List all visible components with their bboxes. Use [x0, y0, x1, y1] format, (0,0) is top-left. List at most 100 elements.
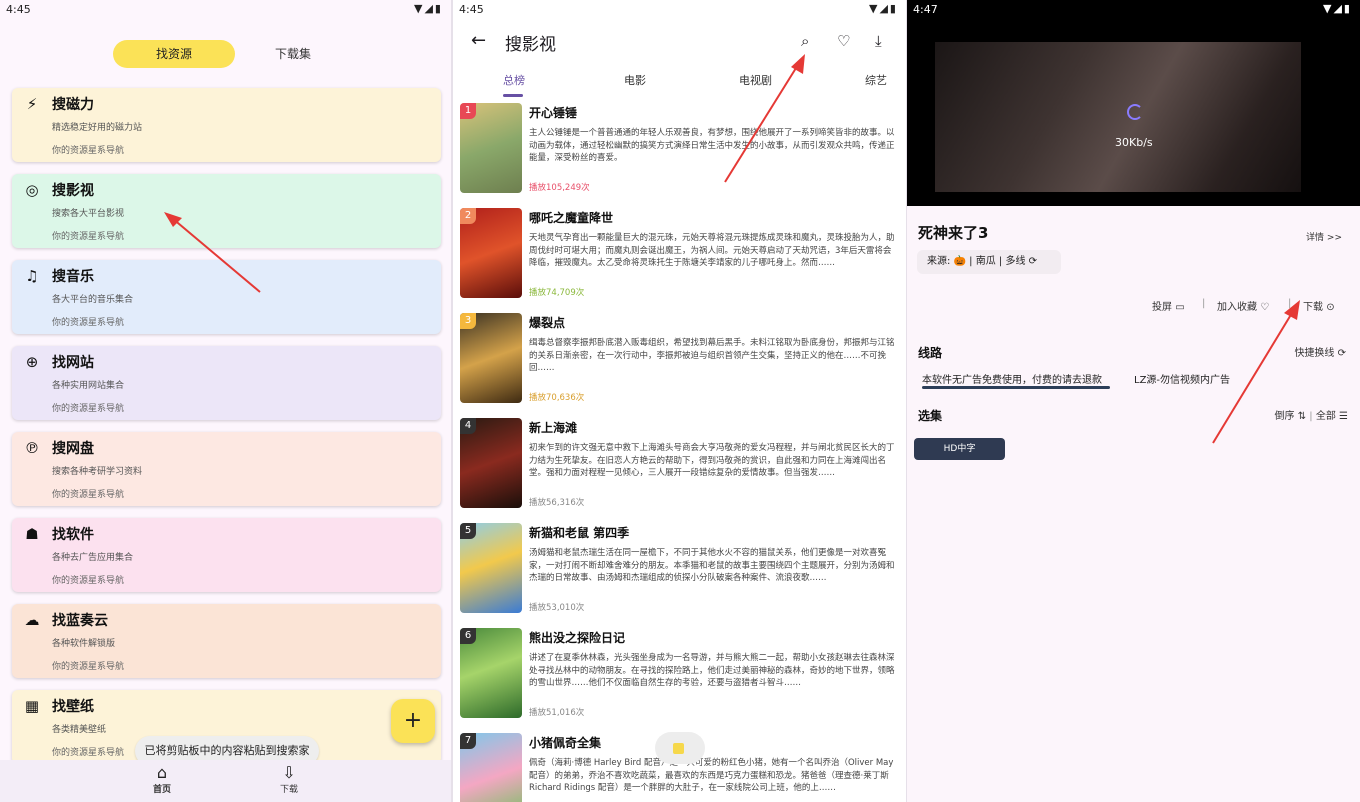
category-card[interactable]: ☁ 找蓝奏云各种软件解锁版 你的资源星系导航: [12, 604, 441, 678]
card-subtitle: 你的资源星系导航: [52, 748, 125, 758]
category-card[interactable]: ♫ 搜音乐 各大平台的音乐集合 你的资源星系导航: [12, 260, 441, 334]
card-description: 各类精美壁纸: [52, 725, 107, 735]
rank-badge: 3: [460, 313, 476, 329]
separator: |: [1202, 298, 1206, 309]
download-icon: ⊙: [1326, 302, 1335, 313]
category-card[interactable]: ⚡ 搜磁力 精选稳定好用的磁力站 你的资源星系导航: [12, 88, 441, 162]
tab-movie[interactable]: 电影: [624, 72, 646, 88]
episode-controls: 倒序 ⇅ | 全部 ☰: [1275, 407, 1348, 422]
movie-description: 缉毒总督察李振邦卧底潜入贩毒组织，希望找到幕后黑手。未料江铭取为卧底身份，邦振邦…: [529, 338, 895, 373]
poster-image: 4: [460, 418, 522, 508]
all-episodes-button[interactable]: 全部 ☰: [1316, 411, 1348, 422]
episodes-heading: 选集: [918, 409, 943, 423]
add-fab-button[interactable]: +: [391, 699, 435, 743]
sort-button[interactable]: 倒序 ⇅: [1275, 411, 1307, 422]
video-player[interactable]: 30Kb/s: [907, 0, 1360, 206]
pill-icon: [673, 743, 684, 754]
category-card[interactable]: ⊕ 找网站 各种实用网站集合 你的资源星系导航: [12, 346, 441, 420]
page-title: 搜影视: [505, 35, 556, 55]
home-screen: 4:45 ▼◢▮ 找资源 下载集 ⚡ 搜磁力 精选稳定好用的磁力站 你的资源星系导航 ◎…: [0, 0, 451, 802]
status-icons: ▼◢▮: [869, 2, 898, 15]
top-tabs: 找资源 下载集: [113, 40, 329, 68]
tab-download-collection[interactable]: 下载集: [253, 40, 333, 68]
poster-image: 3: [460, 313, 522, 403]
movie-description: 讲述了在夏季休林森，光头强坐身成为一名导游，并与熊大熊二一起，帮助小女孩赵琳去往…: [529, 653, 895, 688]
nav-home[interactable]: ⌂ 首页: [132, 764, 192, 796]
floating-pill[interactable]: [655, 732, 705, 764]
card-subtitle: 你的资源星系导航: [52, 318, 125, 328]
rank-badge: 1: [460, 103, 476, 119]
tab-tv[interactable]: 电视剧: [739, 72, 772, 88]
bottom-navigation: ⌂ 首页 ⇩ 下载: [0, 760, 451, 802]
movie-item[interactable]: 1 开心锤锤 主人公锤锤是一个普普通通的年轻人乐观善良，有梦想，围绕他展开了一系列啼…: [453, 103, 906, 203]
movie-title: 小猪佩奇全集: [529, 736, 602, 750]
back-arrow-icon[interactable]: ←: [471, 30, 486, 51]
card-subtitle: 你的资源星系导航: [52, 232, 125, 242]
card-description: 搜索各种考研学习资料: [52, 467, 143, 477]
movie-description: 主人公锤锤是一个普普通通的年轻人乐观善良，有梦想，围绕他展开了一系列啼笑皆非的故…: [529, 128, 895, 163]
video-detail-screen: 30Kb/s 4:47 ▼◢▮ 死神来了3 详情 >> 来源: 🎃 | 南瓜 |…: [907, 0, 1360, 802]
play-count: 播放51,016次: [529, 708, 585, 718]
android-icon: ☗: [25, 525, 39, 543]
poster-image: 6: [460, 628, 522, 718]
movie-item[interactable]: 3 爆裂点 缉毒总督察李振邦卧底潜入贩毒组织，希望找到幕后黑手。未料江铭取为卧底身份…: [453, 313, 906, 413]
status-bar: 4:45 ▼◢▮: [0, 0, 451, 20]
play-count: 播放56,316次: [529, 498, 585, 508]
play-count: 播放74,709次: [529, 288, 585, 298]
card-description: 各种实用网站集合: [52, 381, 125, 391]
tab-indicator: [503, 94, 523, 97]
source-chip[interactable]: 来源: 🎃 | 南瓜 | 多线 ⟳: [917, 250, 1061, 274]
download-icon[interactable]: ⤓: [875, 32, 882, 50]
rank-badge: 6: [460, 628, 476, 644]
play-count: 播放53,010次: [529, 603, 585, 613]
card-description: 搜索各大平台影视: [52, 209, 125, 219]
nav-home-label: 首页: [152, 785, 171, 795]
cast-icon: ▭: [1175, 302, 1185, 313]
card-title: 找网站: [52, 355, 94, 371]
poster-image: 2: [460, 208, 522, 298]
card-description: 各种软件解锁版: [52, 639, 116, 649]
add-favorite-button[interactable]: 加入收藏 ♡: [1217, 298, 1269, 313]
tab-find-resources[interactable]: 找资源: [113, 40, 235, 68]
card-title: 搜网盘: [52, 441, 94, 457]
download-label: 下载: [1303, 302, 1323, 313]
rank-badge: 7: [460, 733, 476, 749]
search-icon[interactable]: ⌕: [801, 32, 809, 50]
episode-button[interactable]: HD中字: [914, 438, 1005, 460]
quick-switch-button[interactable]: 快捷换线 ⟳: [1294, 344, 1346, 359]
movie-description: 佩奇（海莉·博德 Harley Bird 配音）是一只可爱的粉红色小猪，她有一个…: [529, 758, 894, 793]
cloud-icon: ☁: [24, 611, 40, 629]
tab-overall[interactable]: 总榜: [503, 72, 525, 88]
movie-item[interactable]: 6 熊出没之探险日记讲述了在夏季休林森，光头强坐身成为一名导游，并与熊大熊二一起，…: [453, 628, 906, 728]
movie-title: 新上海滩: [529, 421, 578, 435]
poster-image: 5: [460, 523, 522, 613]
movie-item[interactable]: 4 新上海滩 初来乍到的许文强无意中救下上海滩头号商会大亨冯敬尧的爱女冯程程，并与闸…: [453, 418, 906, 518]
status-icons: ▼◢▮: [1323, 2, 1352, 15]
card-title: 找壁纸: [52, 699, 94, 715]
poster-image: 1: [460, 103, 522, 193]
status-icons: ▼◢▮: [414, 2, 443, 15]
detail-link[interactable]: 详情 >>: [1306, 230, 1342, 243]
card-title: 找蓝奏云: [52, 613, 108, 629]
movie-item[interactable]: 5 新猫和老鼠 第四季 汤姆猫和老鼠杰瑞生活在同一屋檐下，不同于其他水火不容的猫鼠关…: [453, 523, 906, 623]
buffer-speed: 30Kb/s: [1115, 136, 1153, 149]
tab-variety[interactable]: 综艺: [865, 72, 887, 88]
cast-button[interactable]: 投屏 ▭: [1152, 298, 1185, 313]
line-option-1[interactable]: 本软件无广告免费使用，付费的请去退款: [922, 371, 1102, 386]
category-card[interactable]: ◎ 搜影视 搜索各大平台影视 你的资源星系导航: [12, 174, 441, 248]
nav-download[interactable]: ⇩ 下载: [259, 764, 319, 796]
category-card[interactable]: ℗ 搜网盘 搜索各种考研学习资料 你的资源星系导航: [12, 432, 441, 506]
card-subtitle: 你的资源星系导航: [52, 576, 125, 586]
music-icon: ♫: [25, 267, 39, 285]
card-title: 找软件: [52, 527, 94, 543]
heart-icon[interactable]: ♡: [837, 32, 850, 50]
globe-icon: ⊕: [25, 353, 39, 371]
category-card[interactable]: ☗ 找软件 各种去广告应用集合 你的资源星系导航: [12, 518, 441, 592]
rank-badge: 2: [460, 208, 476, 224]
movie-title: 熊出没之探险日记: [529, 631, 626, 645]
line-option-2[interactable]: LZ源-勿信视频内广告: [1134, 371, 1230, 386]
movie-item[interactable]: 2 哪吒之魔童降世 天地灵气孕育出一颗能量巨大的混元珠，元始天尊将混元珠提炼成灵珠和…: [453, 208, 906, 308]
lines-heading: 线路: [918, 346, 943, 360]
download-button[interactable]: 下载 ⊙: [1303, 298, 1335, 313]
card-subtitle: 你的资源星系导航: [52, 662, 125, 672]
